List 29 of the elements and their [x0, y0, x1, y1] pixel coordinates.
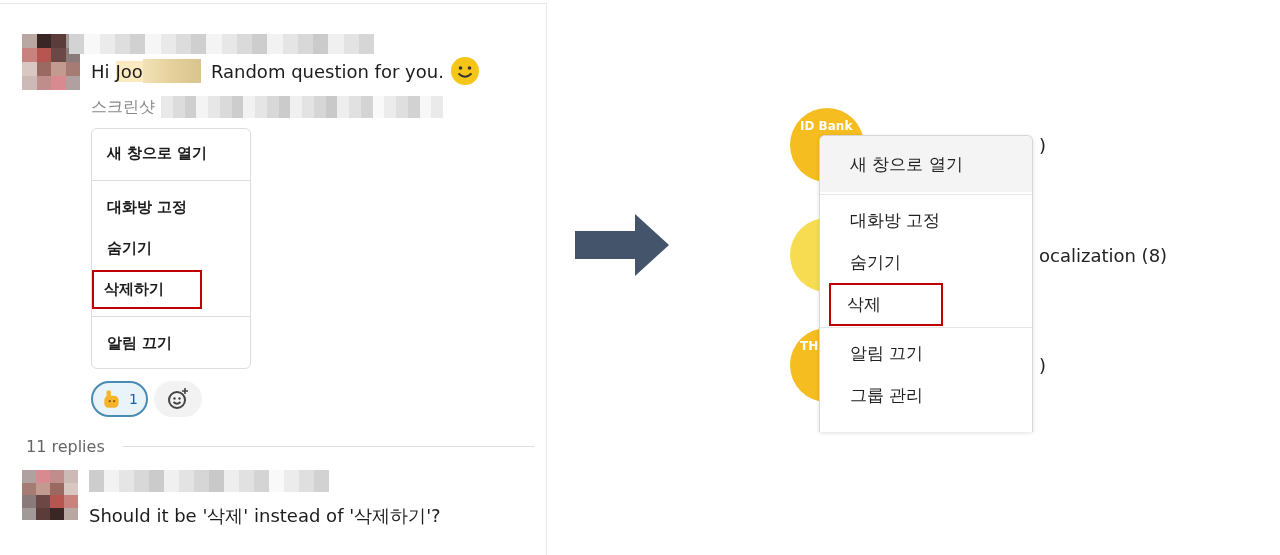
avatar-text: TH: [800, 339, 819, 353]
menu-item[interactable]: 삭제하기: [92, 270, 202, 309]
avatar-text: ID Bank: [800, 119, 853, 133]
chat-title: ocalization (8): [1039, 244, 1168, 266]
menu-item[interactable]: 알림 끄기: [820, 332, 1032, 374]
reaction-button[interactable]: 1: [91, 381, 148, 417]
replies-count[interactable]: 11 replies: [26, 437, 105, 456]
menu-item[interactable]: 대화방 고정: [820, 199, 1032, 241]
menu-item[interactable]: 대화방 고정: [105, 188, 190, 227]
chat-title: ): [1039, 354, 1047, 376]
menu-item[interactable]: 그룹 관리: [820, 374, 1032, 416]
menu-item[interactable]: 알림 끄기: [105, 324, 175, 363]
smiley-icon: [449, 56, 480, 86]
add-emoji-icon: [165, 387, 190, 411]
avatar: [22, 34, 80, 90]
message-text: Random question for you.: [210, 60, 444, 82]
blurred-mention: [142, 59, 201, 83]
menu-item[interactable]: 숨기기: [105, 229, 154, 268]
avatar: [22, 470, 78, 520]
menu-item[interactable]: 새 창으로 열기: [820, 136, 1032, 192]
reply-text: Should it be '삭제' instead of '삭제하기'?: [89, 504, 441, 528]
add-reaction-button[interactable]: [153, 381, 202, 417]
menu-item[interactable]: 새 창으로 열기: [105, 134, 210, 173]
right-arrow-icon: [575, 214, 669, 276]
chat-title: ): [1039, 134, 1047, 156]
menu-item[interactable]: 숨기기: [820, 241, 1032, 283]
attachment-label: 스크린샷: [91, 96, 155, 118]
mention-text: Joo: [115, 60, 143, 82]
greeting-text: Hi: [91, 60, 110, 82]
